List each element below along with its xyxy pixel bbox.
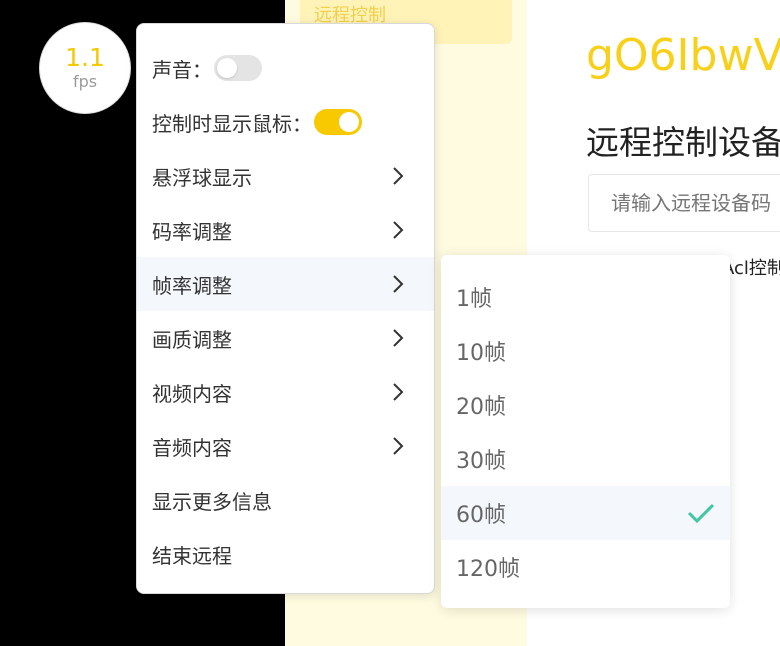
menu-item-label: 音频内容 <box>152 435 232 460</box>
show-cursor-toggle[interactable] <box>314 109 362 135</box>
toggle-knob <box>217 58 237 78</box>
option-label: 1帧 <box>456 287 492 312</box>
sound-setting: 声音： <box>137 41 434 95</box>
chevron-right-icon <box>393 329 404 347</box>
section-title: 远程控制设备 <box>586 123 780 162</box>
sound-toggle[interactable] <box>214 55 262 81</box>
sound-label: 声音： <box>152 57 212 82</box>
option-label: 60帧 <box>456 503 506 528</box>
show-cursor-label: 控制时显示鼠标： <box>152 111 312 136</box>
framerate-option-60[interactable]: 60帧 <box>441 486 730 540</box>
option-label: 10帧 <box>456 341 506 366</box>
menu-item-label: 帧率调整 <box>152 273 232 298</box>
chevron-right-icon <box>393 275 404 293</box>
menu-item-label: 显示更多信息 <box>152 489 272 514</box>
menu-item-framerate[interactable]: 帧率调整 <box>137 257 434 311</box>
menu-item-label: 视频内容 <box>152 381 232 406</box>
fps-value: 1.1 <box>65 43 105 72</box>
chevron-right-icon <box>393 383 404 401</box>
menu-item-label: 结束远程 <box>152 543 232 568</box>
device-code-input[interactable] <box>588 174 780 232</box>
menu-item-label: 画质调整 <box>152 327 232 352</box>
framerate-option-10[interactable]: 10帧 <box>441 324 730 378</box>
fps-unit: fps <box>72 72 98 91</box>
menu-item-more-info[interactable]: 显示更多信息 <box>137 473 434 527</box>
framerate-option-120[interactable]: 120帧 <box>441 540 730 594</box>
menu-item-video-content[interactable]: 视频内容 <box>137 365 434 419</box>
framerate-option-30[interactable]: 30帧 <box>441 432 730 486</box>
menu-item-end-remote[interactable]: 结束远程 <box>137 527 434 581</box>
acl-control-label: Acl控制 <box>722 258 780 279</box>
framerate-option-20[interactable]: 20帧 <box>441 378 730 432</box>
chevron-right-icon <box>393 167 404 185</box>
fps-badge[interactable]: 1.1 fps <box>40 23 130 113</box>
framerate-option-1[interactable]: 1帧 <box>441 270 730 324</box>
menu-item-audio-content[interactable]: 音频内容 <box>137 419 434 473</box>
menu-item-quality[interactable]: 画质调整 <box>137 311 434 365</box>
control-menu: 声音： 控制时显示鼠标： 悬浮球显示 码率调整 帧率调整 画质调整 视频内容 音… <box>136 23 435 594</box>
chevron-right-icon <box>393 221 404 239</box>
menu-item-bitrate[interactable]: 码率调整 <box>137 203 434 257</box>
menu-item-label: 码率调整 <box>152 219 232 244</box>
check-icon <box>687 503 715 524</box>
chevron-right-icon <box>393 437 404 455</box>
menu-item-floating-ball[interactable]: 悬浮球显示 <box>137 149 434 203</box>
toggle-knob <box>339 112 359 132</box>
option-label: 120帧 <box>456 557 520 582</box>
show-cursor-setting: 控制时显示鼠标： <box>137 95 434 149</box>
option-label: 20帧 <box>456 395 506 420</box>
framerate-submenu: 1帧 10帧 20帧 30帧 60帧 120帧 <box>441 255 730 608</box>
menu-item-label: 悬浮球显示 <box>152 165 252 190</box>
device-code: gO6IbwV <box>586 30 780 81</box>
option-label: 30帧 <box>456 449 506 474</box>
